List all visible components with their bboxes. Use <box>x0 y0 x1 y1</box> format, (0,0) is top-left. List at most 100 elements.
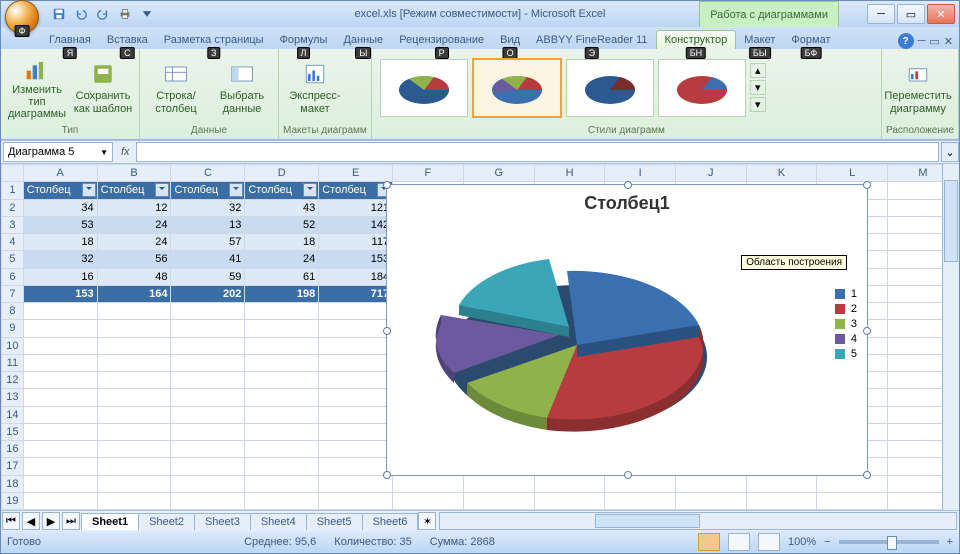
sheet-tab[interactable]: Sheet5 <box>306 513 363 530</box>
row-header[interactable]: 6 <box>2 268 24 285</box>
cell[interactable] <box>97 320 171 337</box>
office-button[interactable]: Ф <box>5 0 39 34</box>
cell[interactable] <box>319 492 393 509</box>
select-data-button[interactable]: Выбрать данные <box>210 53 274 123</box>
cell[interactable] <box>319 337 393 354</box>
filter-icon[interactable] <box>155 183 169 197</box>
new-sheet-button[interactable]: ✶ <box>418 512 436 530</box>
row-header[interactable]: 13 <box>2 389 24 406</box>
row-header[interactable]: 17 <box>2 458 24 475</box>
cell[interactable] <box>534 475 605 492</box>
cell[interactable] <box>97 337 171 354</box>
cell[interactable] <box>171 441 245 458</box>
save-template-button[interactable]: Сохранить как шаблон <box>71 53 135 123</box>
cell[interactable] <box>97 492 171 509</box>
horizontal-scrollbar[interactable] <box>439 512 957 530</box>
switch-row-col-button[interactable]: Строка/столбец <box>144 53 208 123</box>
express-layout-button[interactable]: Экспресс-макет <box>283 53 347 123</box>
cell[interactable] <box>171 423 245 440</box>
cell[interactable] <box>171 354 245 371</box>
cell[interactable]: 53 <box>23 216 97 233</box>
qat-undo-icon[interactable] <box>71 4 91 24</box>
style-thumb-4[interactable] <box>658 59 746 117</box>
cell[interactable]: 32 <box>23 251 97 268</box>
cell[interactable] <box>463 492 534 509</box>
cell[interactable] <box>97 303 171 320</box>
cell[interactable]: 117 <box>319 234 393 251</box>
cell[interactable]: 18 <box>23 234 97 251</box>
filter-icon[interactable] <box>82 183 96 197</box>
cell[interactable] <box>319 406 393 423</box>
row-header[interactable]: 18 <box>2 475 24 492</box>
sheet-nav-last[interactable]: ⏭ <box>62 512 80 530</box>
cell[interactable] <box>171 337 245 354</box>
cell[interactable] <box>605 492 675 509</box>
cell[interactable] <box>393 475 464 492</box>
cell[interactable]: 24 <box>245 251 319 268</box>
zoom-in-button[interactable]: + <box>947 536 953 548</box>
legend-item[interactable]: 5 <box>835 348 857 360</box>
legend-item[interactable]: 1 <box>835 288 857 300</box>
cell[interactable]: 24 <box>97 216 171 233</box>
help-button[interactable]: ? <box>898 33 914 49</box>
cell[interactable] <box>97 389 171 406</box>
cell[interactable] <box>97 458 171 475</box>
style-thumb-1[interactable] <box>380 59 468 117</box>
cell[interactable] <box>319 441 393 458</box>
sheet-nav-first[interactable]: ⏮ <box>2 512 20 530</box>
column-header[interactable]: B <box>97 165 171 182</box>
table-header-cell[interactable]: Столбец <box>319 182 393 199</box>
cell[interactable] <box>97 423 171 440</box>
minimize-button[interactable]: ─ <box>867 4 895 24</box>
tab-design[interactable]: КонструкторБН <box>656 30 737 49</box>
cell[interactable]: 184 <box>319 268 393 285</box>
sheet-tab[interactable]: Sheet2 <box>138 513 195 530</box>
cell[interactable] <box>245 441 319 458</box>
cell[interactable]: 56 <box>97 251 171 268</box>
name-box[interactable]: Диаграмма 5▼ <box>3 142 113 162</box>
close-button[interactable]: ✕ <box>927 4 955 24</box>
cell[interactable] <box>534 492 605 509</box>
column-header[interactable]: H <box>534 165 605 182</box>
cell[interactable] <box>23 458 97 475</box>
row-header[interactable]: 11 <box>2 354 24 371</box>
cell[interactable] <box>245 303 319 320</box>
cell[interactable]: 48 <box>97 268 171 285</box>
cell[interactable] <box>245 492 319 509</box>
cell[interactable] <box>97 441 171 458</box>
legend-item[interactable]: 3 <box>835 318 857 330</box>
cell[interactable] <box>463 475 534 492</box>
cell[interactable] <box>23 303 97 320</box>
cell[interactable] <box>171 475 245 492</box>
row-header[interactable]: 12 <box>2 372 24 389</box>
fx-icon[interactable]: fx <box>115 146 136 158</box>
cell[interactable] <box>245 458 319 475</box>
chart-legend[interactable]: 12345 <box>835 285 857 363</box>
cell[interactable] <box>319 389 393 406</box>
column-header[interactable]: G <box>463 165 534 182</box>
cell[interactable] <box>97 354 171 371</box>
pie-chart-icon[interactable] <box>397 215 757 455</box>
chart-title[interactable]: Столбец1 <box>387 193 867 214</box>
legend-item[interactable]: 4 <box>835 333 857 345</box>
sheet-nav-prev[interactable]: ◀ <box>22 512 40 530</box>
cell[interactable] <box>746 475 817 492</box>
cell[interactable] <box>675 475 746 492</box>
tab-abbyy[interactable]: ABBYY FineReader 11Э <box>528 31 656 49</box>
zoom-out-button[interactable]: − <box>824 536 830 548</box>
row-header[interactable]: 10 <box>2 337 24 354</box>
cell[interactable] <box>97 406 171 423</box>
cell[interactable] <box>245 320 319 337</box>
view-page-break-button[interactable] <box>758 533 780 551</box>
style-thumb-2[interactable] <box>472 58 562 118</box>
cell[interactable]: 16 <box>23 268 97 285</box>
cell[interactable]: 202 <box>171 285 245 302</box>
cell[interactable] <box>23 423 97 440</box>
qat-redo-icon[interactable] <box>93 4 113 24</box>
move-chart-button[interactable]: Переместить диаграмму <box>886 53 950 123</box>
cell[interactable] <box>245 354 319 371</box>
cell[interactable] <box>23 320 97 337</box>
cell[interactable] <box>746 492 817 509</box>
doc-minimize-button[interactable]: ─ <box>918 35 926 47</box>
row-header[interactable]: 5 <box>2 251 24 268</box>
